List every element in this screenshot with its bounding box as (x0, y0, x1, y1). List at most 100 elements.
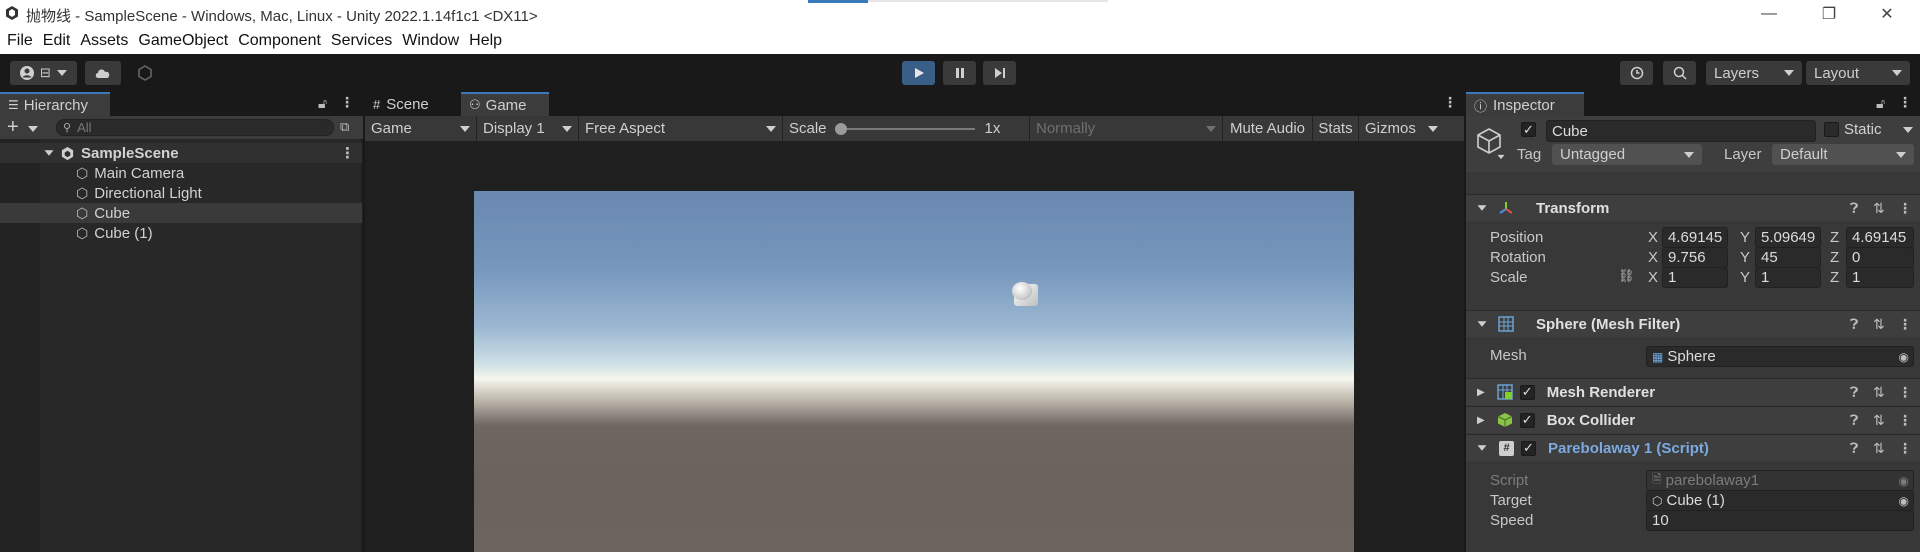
presets-icon[interactable]: ⇅ (1873, 384, 1885, 401)
minimize-button[interactable]: — (1742, 0, 1796, 28)
collapse-arrow-icon[interactable]: ▶ (1477, 387, 1485, 398)
cloud-button[interactable] (85, 61, 121, 85)
help-icon[interactable]: ❓︎ (1850, 412, 1858, 429)
mesh-filter-header[interactable]: Sphere (Mesh Filter) ❓︎ ⇅ ⋮ (1466, 310, 1920, 337)
presets-icon[interactable]: ⇅ (1873, 200, 1885, 217)
menu-file[interactable]: File (7, 32, 33, 50)
script-component-header[interactable]: # ✓ Parebolaway 1 (Script) ❓︎ ⇅ ⋮ (1466, 434, 1920, 461)
static-checkbox[interactable] (1824, 122, 1839, 137)
script-enabled-checkbox[interactable]: ✓ (1521, 440, 1536, 456)
scale-z-field[interactable]: 1 (1846, 267, 1914, 288)
game-render-view[interactable] (474, 191, 1354, 552)
more-options-icon[interactable]: ⋮ (1898, 384, 1912, 401)
more-options-icon[interactable]: ⋮ (1898, 200, 1912, 217)
collab-icon[interactable] (137, 65, 153, 81)
constrain-proportions-icon[interactable]: ⛓ (1618, 268, 1635, 284)
position-z-field[interactable]: 4.69145 (1846, 227, 1914, 248)
hierarchy-search-input[interactable]: ⚲ All (56, 119, 334, 136)
presets-icon[interactable]: ⇅ (1873, 440, 1885, 457)
scale-x-field[interactable]: 1 (1662, 267, 1728, 288)
add-icon[interactable]: + (7, 116, 19, 139)
position-x-field[interactable]: 4.69145 (1662, 227, 1728, 248)
tab-inspector[interactable]: ⓘ Inspector (1466, 92, 1584, 116)
list-item[interactable]: ⬡ Cube (0, 203, 362, 223)
restore-button[interactable]: ❐ (1802, 0, 1856, 28)
more-options-icon[interactable]: ⋮ (1443, 94, 1457, 111)
lock-icon[interactable]: 🔓︎ (318, 95, 327, 112)
menu-window[interactable]: Window (402, 32, 459, 50)
mesh-field[interactable]: ▦ Sphere ◉ (1646, 346, 1914, 367)
pause-button[interactable] (943, 61, 976, 85)
position-y-field[interactable]: 5.09649 (1755, 227, 1821, 248)
tab-game[interactable]: ⚇ Game (461, 92, 549, 116)
account-dropdown[interactable]: ⊟ (10, 61, 77, 85)
vsync-dropdown[interactable]: Normally (1030, 116, 1223, 141)
search-button[interactable] (1663, 61, 1696, 85)
object-name-field[interactable]: Cube (1546, 120, 1816, 142)
more-options-icon[interactable]: ⋮ (1898, 316, 1912, 333)
scene-row[interactable]: SampleScene ⋮ (0, 143, 362, 163)
layout-dropdown[interactable]: Layout (1806, 61, 1910, 85)
help-icon[interactable]: ❓︎ (1850, 440, 1858, 457)
layer-dropdown[interactable]: Default (1772, 144, 1914, 165)
close-button[interactable]: ✕ (1860, 0, 1914, 28)
presets-icon[interactable]: ⇅ (1873, 316, 1885, 333)
chevron-down-icon[interactable] (28, 126, 38, 132)
expand-arrow-icon[interactable] (44, 150, 54, 156)
object-picker-icon[interactable]: ◉ (1899, 494, 1909, 508)
expand-arrow-icon[interactable] (1477, 205, 1487, 211)
menu-help[interactable]: Help (469, 32, 502, 50)
chevron-down-icon[interactable] (1497, 154, 1505, 160)
layers-dropdown[interactable]: Layers (1706, 61, 1802, 85)
menu-component[interactable]: Component (238, 32, 321, 50)
expand-arrow-icon[interactable] (1477, 445, 1487, 451)
stats-toggle[interactable]: Stats (1313, 116, 1359, 141)
mesh-renderer-enabled-checkbox[interactable]: ✓ (1519, 384, 1535, 400)
gizmos-dropdown[interactable]: Gizmos (1359, 116, 1444, 141)
lock-icon[interactable]: 🔓︎ (1876, 95, 1885, 112)
menu-assets[interactable]: Assets (80, 32, 128, 50)
tab-scene[interactable]: # Scene (365, 92, 461, 116)
active-checkbox[interactable]: ✓ (1521, 122, 1536, 137)
presets-icon[interactable]: ⇅ (1873, 412, 1885, 429)
help-icon[interactable]: ❓︎ (1850, 200, 1858, 217)
scale-slider-thumb[interactable] (834, 122, 847, 135)
transform-header[interactable]: Transform ❓︎ ⇅ ⋮ (1466, 194, 1920, 221)
object-picker-icon[interactable]: ◉ (1899, 350, 1909, 364)
list-item[interactable]: ⬡ Cube (1) (0, 223, 362, 243)
gameobject-cube-icon[interactable] (1474, 126, 1504, 156)
speed-field[interactable]: 10 (1646, 510, 1914, 531)
history-button[interactable] (1620, 61, 1653, 85)
list-item[interactable]: ⬡ Main Camera (0, 163, 362, 183)
rotation-y-field[interactable]: 45 (1755, 247, 1821, 268)
box-collider-enabled-checkbox[interactable]: ✓ (1519, 412, 1535, 428)
more-options-icon[interactable]: ⋮ (1898, 94, 1912, 111)
mesh-renderer-header[interactable]: ▶ ✓ Mesh Renderer ❓︎ ⇅ ⋮ (1466, 378, 1920, 405)
more-options-icon[interactable]: ⋮ (340, 94, 354, 111)
more-options-icon[interactable]: ⋮ (1898, 412, 1912, 429)
scale-slider[interactable] (834, 122, 975, 135)
mute-audio-toggle[interactable]: Mute Audio (1223, 116, 1313, 141)
play-button[interactable] (902, 61, 935, 85)
more-options-icon[interactable]: ⋮ (340, 144, 355, 162)
aspect-dropdown[interactable]: Free Aspect (579, 116, 783, 141)
collapse-arrow-icon[interactable]: ▶ (1477, 415, 1485, 426)
expand-arrow-icon[interactable] (1477, 321, 1487, 327)
chevron-down-icon[interactable] (1903, 127, 1913, 133)
scene-visibility-icon[interactable]: ⧉ (340, 119, 349, 135)
menu-services[interactable]: Services (331, 32, 392, 50)
rotation-x-field[interactable]: 9.756 (1662, 247, 1728, 268)
tab-hierarchy[interactable]: ☰ Hierarchy (0, 92, 110, 116)
menu-edit[interactable]: Edit (43, 32, 71, 50)
help-icon[interactable]: ❓︎ (1850, 316, 1858, 333)
game-mode-dropdown[interactable]: Game (365, 116, 477, 141)
step-button[interactable] (983, 61, 1016, 85)
box-collider-header[interactable]: ▶ ✓ Box Collider ❓︎ ⇅ ⋮ (1466, 406, 1920, 433)
list-item[interactable]: ⬡ Directional Light (0, 183, 362, 203)
tag-dropdown[interactable]: Untagged (1552, 144, 1702, 165)
scale-y-field[interactable]: 1 (1755, 267, 1821, 288)
target-field[interactable]: ⬡ Cube (1) ◉ (1646, 490, 1914, 511)
menu-gameobject[interactable]: GameObject (138, 32, 228, 50)
rotation-z-field[interactable]: 0 (1846, 247, 1914, 268)
more-options-icon[interactable]: ⋮ (1898, 440, 1912, 457)
